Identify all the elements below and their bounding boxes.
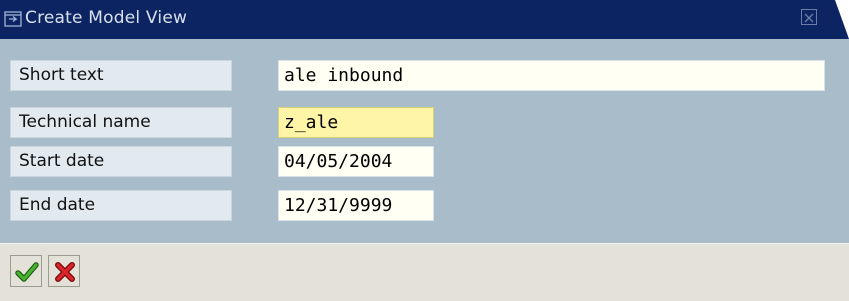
cancel-button[interactable] bbox=[48, 255, 80, 287]
technical-name-input[interactable] bbox=[278, 107, 434, 138]
titlebar-corner bbox=[835, 0, 849, 39]
title-bar: Create Model View bbox=[0, 0, 849, 39]
cancel-x-icon bbox=[55, 262, 75, 282]
close-button[interactable] bbox=[801, 9, 817, 25]
create-model-view-dialog: Create Model View Short text Technical n… bbox=[0, 0, 849, 301]
button-bar bbox=[0, 243, 849, 301]
confirm-button[interactable] bbox=[10, 255, 42, 287]
window-icon bbox=[4, 11, 22, 27]
end-date-label: End date bbox=[10, 190, 232, 221]
start-date-input[interactable] bbox=[278, 146, 434, 177]
short-text-input[interactable] bbox=[278, 60, 825, 91]
technical-name-label: Technical name bbox=[10, 107, 232, 138]
end-date-input[interactable] bbox=[278, 190, 434, 221]
dialog-title: Create Model View bbox=[25, 8, 188, 28]
checkmark-icon bbox=[15, 262, 39, 282]
short-text-label: Short text bbox=[10, 60, 232, 91]
close-icon bbox=[804, 13, 814, 23]
start-date-label: Start date bbox=[10, 146, 232, 177]
form-area: Short text Technical name Start date End… bbox=[0, 39, 849, 243]
